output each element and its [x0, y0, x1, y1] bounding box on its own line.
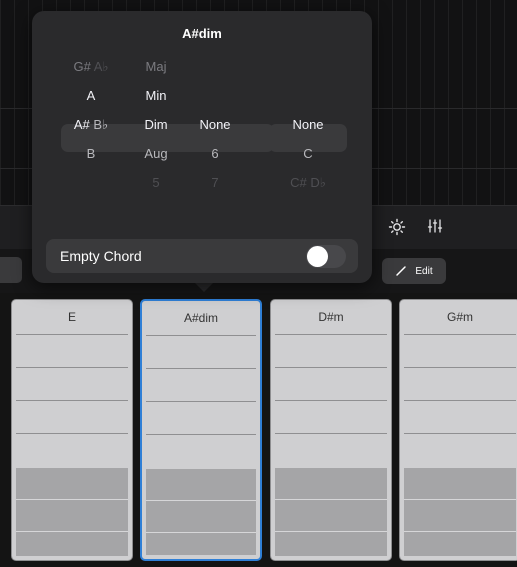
brightness-icon	[388, 218, 406, 236]
popover-title: A#dim	[182, 26, 222, 41]
chord-strip-name: G#m	[446, 310, 473, 324]
root-note-a-sharp[interactable]: A# B♭	[62, 111, 120, 139]
chord-strip-name: A#dim	[183, 311, 218, 325]
strip-divider	[404, 400, 516, 401]
chord-picker-popover: A#dim G# A♭ A A# B♭ B Maj Min Dim Aug 5 …	[32, 11, 372, 283]
strip-divider	[404, 334, 516, 335]
strip-divider	[16, 367, 128, 368]
root-note-a[interactable]: A	[62, 82, 120, 110]
extension-6[interactable]: 6	[190, 140, 240, 168]
strip-bass-area	[404, 468, 516, 556]
chord-strip-name: E	[67, 310, 76, 324]
bass-none[interactable]: None	[269, 111, 347, 139]
strip-divider	[16, 433, 128, 434]
strip-divider	[275, 433, 387, 434]
strip-divider	[146, 335, 256, 336]
metronome-icon[interactable]	[387, 218, 407, 238]
root-note-b[interactable]: B	[62, 140, 120, 168]
quality-min[interactable]: Min	[128, 82, 184, 110]
strip-divider	[146, 401, 256, 402]
extension-none[interactable]: None	[190, 111, 240, 139]
strip-divider	[146, 368, 256, 369]
strip-bass-area	[16, 468, 128, 556]
empty-chord-toggle[interactable]	[306, 245, 346, 268]
chord-strip-name: D#m	[318, 310, 344, 324]
quality-maj[interactable]: Maj	[128, 53, 184, 81]
strip-divider	[404, 433, 516, 434]
quality-dim[interactable]: Dim	[128, 111, 184, 139]
strip-bass-area	[146, 469, 256, 555]
strip-divider	[16, 400, 128, 401]
left-control-stub[interactable]	[0, 257, 22, 283]
popover-arrow	[194, 282, 214, 292]
empty-chord-row: Empty Chord	[46, 239, 358, 273]
chord-strip-g-sharp-m[interactable]: G#m	[399, 299, 517, 561]
chord-strips: E A#dim D#m G#m	[0, 293, 517, 567]
quality-aug[interactable]: Aug	[128, 140, 184, 168]
quality-5[interactable]: 5	[128, 169, 184, 197]
extension-7[interactable]: 7	[190, 169, 240, 197]
chord-strip-d-sharp-m[interactable]: D#m	[270, 299, 392, 561]
strip-bass-area	[275, 468, 387, 556]
pencil-icon	[396, 266, 407, 276]
strip-divider	[146, 434, 256, 435]
strip-divider	[275, 367, 387, 368]
strip-divider	[16, 334, 128, 335]
root-note-g-sharp[interactable]: G# A♭	[62, 53, 120, 81]
empty-chord-label: Empty Chord	[60, 248, 142, 264]
chord-strip-a-sharp-dim[interactable]: A#dim	[140, 299, 262, 561]
sliders-icon	[427, 219, 443, 233]
mixer-sliders-icon[interactable]	[425, 218, 445, 238]
bass-c[interactable]: C	[269, 140, 347, 168]
chord-strip-e[interactable]: E	[11, 299, 133, 561]
edit-label: Edit	[415, 265, 433, 277]
strip-divider	[275, 400, 387, 401]
edit-button[interactable]: Edit	[382, 258, 446, 284]
bass-c-sharp[interactable]: C# D♭	[269, 169, 347, 197]
strip-divider	[275, 334, 387, 335]
toggle-knob	[307, 246, 328, 267]
strip-divider	[404, 367, 516, 368]
